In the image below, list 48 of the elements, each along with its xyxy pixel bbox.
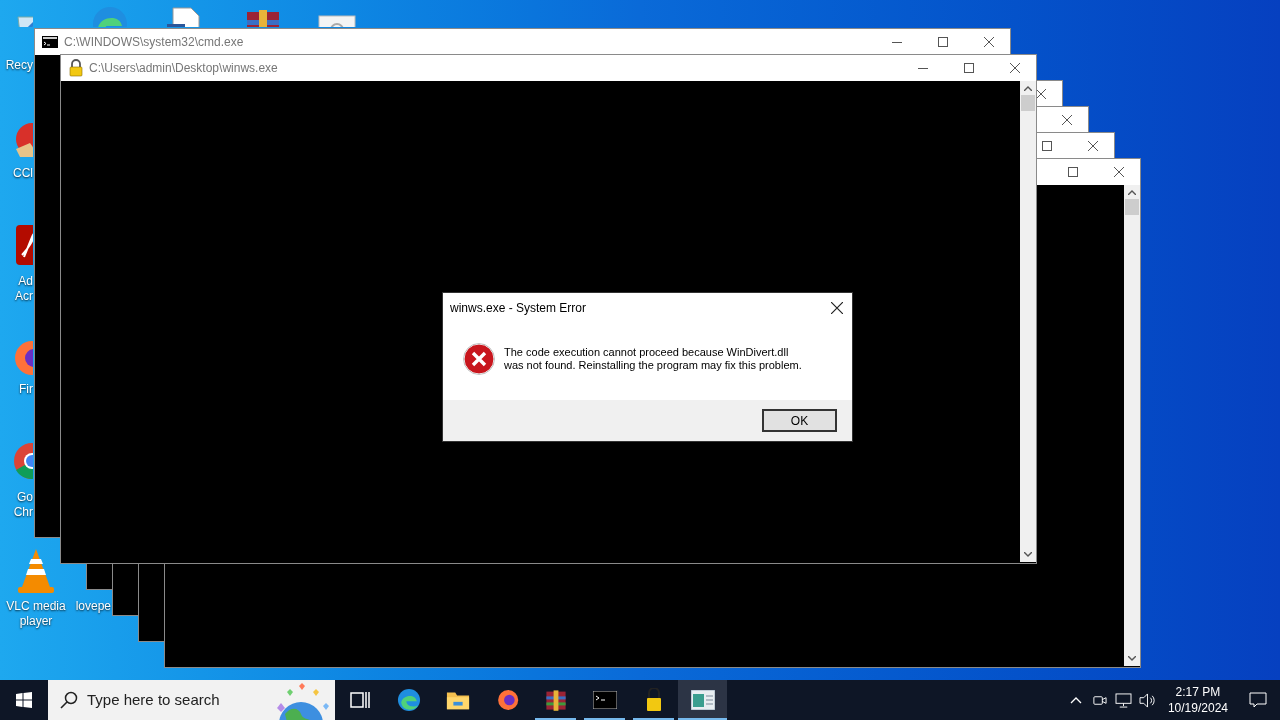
close-button[interactable]: [984, 37, 994, 47]
search-bar[interactable]: Type here to search: [48, 680, 335, 720]
maximize-button[interactable]: [1068, 167, 1078, 177]
close-button[interactable]: [1036, 89, 1046, 99]
icon-label: lovepe: [74, 599, 111, 614]
icon-label: Fir: [18, 382, 33, 397]
maximize-button[interactable]: [1042, 141, 1052, 151]
window-title: C:\Users\admin\Desktop\winws.exe: [89, 60, 278, 77]
window-title: C:\WINDOWS\system32\cmd.exe: [64, 34, 244, 51]
console-icon: [592, 691, 617, 709]
maximize-button[interactable]: [938, 37, 948, 47]
scrollbar[interactable]: [1124, 185, 1140, 666]
scroll-up-icon[interactable]: [1128, 190, 1136, 195]
close-button[interactable]: [1088, 141, 1098, 151]
search-field[interactable]: Type here to search: [87, 688, 267, 712]
dialog-title: winws.exe - System Error: [450, 300, 587, 317]
icon-label: Recy: [4, 58, 33, 73]
scroll-up-icon[interactable]: [1024, 86, 1032, 91]
scroll-down-icon[interactable]: [1128, 656, 1136, 661]
scroll-thumb[interactable]: [1125, 199, 1139, 215]
close-icon[interactable]: [831, 302, 843, 314]
scroll-down-icon[interactable]: [1024, 552, 1032, 557]
search-icon: [60, 691, 78, 709]
close-button[interactable]: [1010, 63, 1020, 73]
archive-books-icon: [543, 688, 568, 712]
scroll-thumb[interactable]: [1021, 95, 1035, 111]
console-icon: [42, 36, 58, 48]
icon-label: Ad Acr: [14, 274, 33, 304]
windows-logo-icon[interactable]: [16, 692, 32, 708]
taskbar-app[interactable]: [678, 680, 727, 720]
error-message: The code execution cannot proceed because WinDivert.dll was not found. Reinstalling the program may fix this problem.: [504, 345, 802, 372]
maximize-button[interactable]: [964, 63, 974, 73]
clock[interactable]: 2:17 PM 10/19/2024: [1159, 684, 1236, 716]
close-button[interactable]: [1114, 167, 1124, 177]
padlock-icon: [69, 59, 83, 77]
scrollbar[interactable]: [1020, 81, 1036, 562]
icon-label: VLC media player: [5, 599, 67, 629]
padlock-icon: [645, 688, 662, 712]
icon-label: CCl: [12, 166, 33, 181]
ok-button[interactable]: OK: [762, 409, 837, 432]
icon-label: Go Chr: [12, 490, 33, 520]
minimize-button[interactable]: [918, 67, 928, 69]
close-button[interactable]: [1062, 115, 1072, 125]
minimize-button[interactable]: [892, 41, 902, 43]
browser-wave-icon: [395, 687, 422, 713]
task-view-icon: [349, 690, 370, 710]
error-icon: [463, 342, 495, 375]
app-window-icon: [690, 690, 715, 710]
